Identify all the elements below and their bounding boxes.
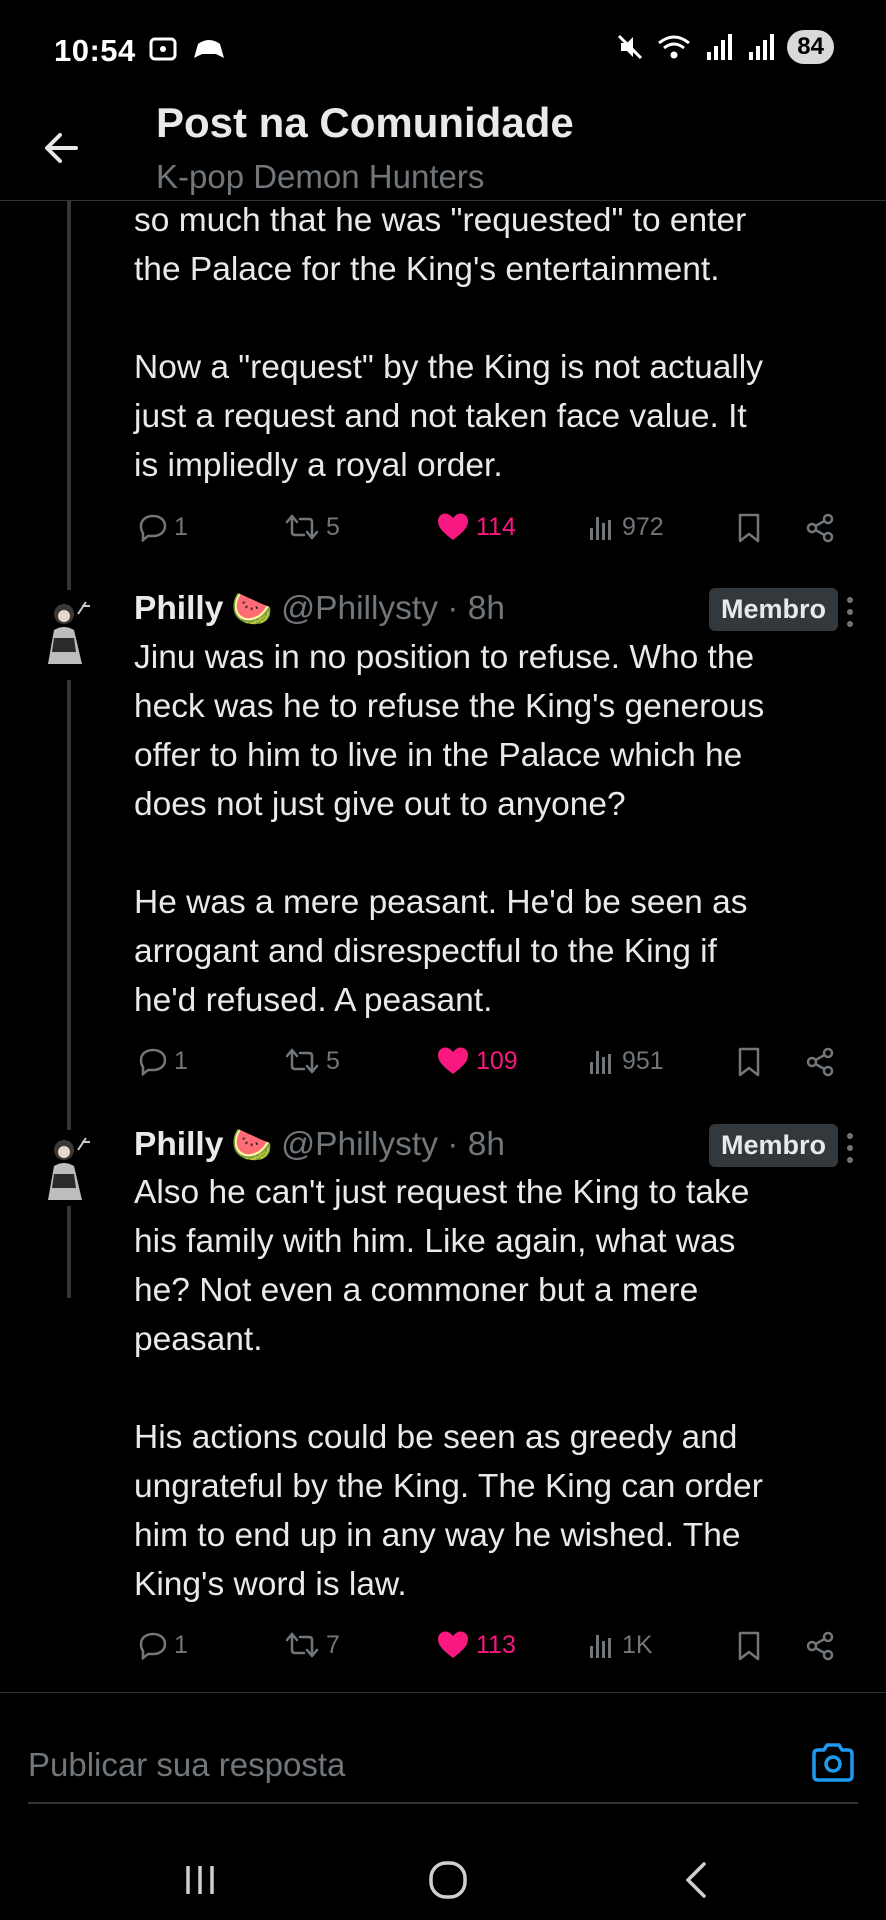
reply-underline xyxy=(28,1802,858,1804)
post-header: Philly 🍉 @Phillysty · 8h xyxy=(134,1120,505,1170)
share-icon xyxy=(806,1631,834,1661)
user-avatar-illustration xyxy=(28,594,104,670)
reply-button[interactable]: 1 xyxy=(138,1630,188,1660)
reply-count: 1 xyxy=(174,1046,188,1075)
repost-count: 5 xyxy=(326,512,340,541)
reply-button[interactable]: 1 xyxy=(138,512,188,542)
signal-icon xyxy=(707,34,733,60)
post-text: so much that he was "requested" to enter… xyxy=(134,202,763,484)
status-time: 10:54 xyxy=(54,33,136,68)
post-text: Jinu was in no position to refuse. Who t… xyxy=(134,639,765,1019)
top-app-bar: Post na Comunidade K-pop Demon Hunters xyxy=(0,99,886,201)
views-icon xyxy=(590,1051,611,1074)
reply-input[interactable]: Publicar sua resposta xyxy=(28,1746,345,1784)
share-button[interactable] xyxy=(804,1046,836,1078)
post-actions: 1 5 114 972 xyxy=(134,512,854,556)
watermelon-emoji: 🍉 xyxy=(231,1126,274,1164)
heart-icon xyxy=(438,513,468,540)
signal-icon-2 xyxy=(749,34,775,60)
display-name[interactable]: Philly xyxy=(134,1126,223,1164)
post-header: Philly 🍉 @Phillysty · 8h xyxy=(134,584,505,634)
heart-icon xyxy=(438,1047,468,1074)
reply-count: 1 xyxy=(174,1630,188,1659)
post-actions: 1 5 109 951 xyxy=(134,1046,854,1090)
repost-icon xyxy=(285,1048,319,1074)
views-icon xyxy=(590,1635,611,1658)
heart-icon xyxy=(438,1631,468,1658)
share-icon xyxy=(806,1047,834,1077)
home-icon[interactable] xyxy=(418,1850,478,1910)
status-bar: 10:54 84 xyxy=(0,0,886,104)
bookmark-icon xyxy=(738,513,760,543)
screenshot-icon xyxy=(149,37,177,61)
watermelon-emoji: 🍉 xyxy=(231,590,274,628)
member-badge: Membro xyxy=(708,588,838,631)
reply-icon xyxy=(139,1632,167,1660)
repost-button[interactable]: 5 xyxy=(284,1046,340,1076)
like-button[interactable]: 114 xyxy=(436,512,516,542)
reply-composer[interactable]: Publicar sua resposta xyxy=(0,1700,886,1810)
reply-count: 1 xyxy=(174,512,188,541)
more-options-icon[interactable] xyxy=(840,592,860,632)
community-name[interactable]: K-pop Demon Hunters xyxy=(156,158,484,198)
system-back-icon[interactable] xyxy=(666,1850,726,1910)
username-time[interactable]: @Phillysty · 8h xyxy=(281,1126,505,1164)
camera-icon[interactable] xyxy=(810,1740,856,1786)
more-options-icon[interactable] xyxy=(840,1128,860,1168)
avatar[interactable] xyxy=(28,594,104,670)
share-button[interactable] xyxy=(804,512,836,544)
bookmark-button[interactable] xyxy=(734,1046,764,1078)
mute-icon xyxy=(618,34,643,60)
username-time[interactable]: @Phillysty · 8h xyxy=(281,590,505,628)
post-text: Also he can't just request the King to t… xyxy=(134,1174,763,1603)
display-name[interactable]: Philly xyxy=(134,590,223,628)
reply-icon xyxy=(139,1048,167,1076)
bookmark-button[interactable] xyxy=(734,1630,764,1662)
views-count: 951 xyxy=(622,1046,664,1075)
repost-count: 5 xyxy=(326,1046,340,1075)
share-icon xyxy=(806,513,834,543)
page-title: Post na Comunidade xyxy=(156,99,574,146)
repost-count: 7 xyxy=(326,1630,340,1659)
repost-icon xyxy=(285,514,319,540)
member-badge: Membro xyxy=(708,1124,838,1167)
battery-indicator: 84 xyxy=(787,30,834,64)
user-avatar-illustration xyxy=(28,1130,104,1206)
views-count: 1K xyxy=(622,1630,653,1659)
views-button[interactable]: 1K xyxy=(586,1630,653,1660)
share-button[interactable] xyxy=(804,1630,836,1662)
avatar[interactable] xyxy=(28,1130,104,1206)
like-count: 113 xyxy=(476,1630,516,1659)
post-actions: 1 7 113 1K xyxy=(134,1630,854,1674)
views-icon xyxy=(590,517,611,540)
feed-divider xyxy=(0,1692,886,1693)
views-button[interactable]: 972 xyxy=(586,512,664,542)
views-count: 972 xyxy=(622,512,664,541)
reply-icon xyxy=(139,514,167,542)
repost-icon xyxy=(285,1632,319,1658)
repost-button[interactable]: 5 xyxy=(284,512,340,542)
like-count: 114 xyxy=(476,512,516,541)
like-count: 109 xyxy=(476,1046,518,1075)
bookmark-icon xyxy=(738,1631,760,1661)
thread-line xyxy=(67,200,71,590)
back-arrow-icon[interactable] xyxy=(36,122,88,174)
repost-button[interactable]: 7 xyxy=(284,1630,340,1660)
bookmark-icon xyxy=(738,1047,760,1077)
like-button[interactable]: 113 xyxy=(436,1630,516,1660)
system-navigation-bar xyxy=(0,1840,886,1920)
recent-apps-icon[interactable] xyxy=(170,1850,230,1910)
reply-button[interactable]: 1 xyxy=(138,1046,188,1076)
wifi-icon xyxy=(658,35,691,59)
like-button[interactable]: 109 xyxy=(436,1046,518,1076)
game-icon xyxy=(194,40,224,58)
views-button[interactable]: 951 xyxy=(586,1046,664,1076)
bookmark-button[interactable] xyxy=(734,512,764,544)
